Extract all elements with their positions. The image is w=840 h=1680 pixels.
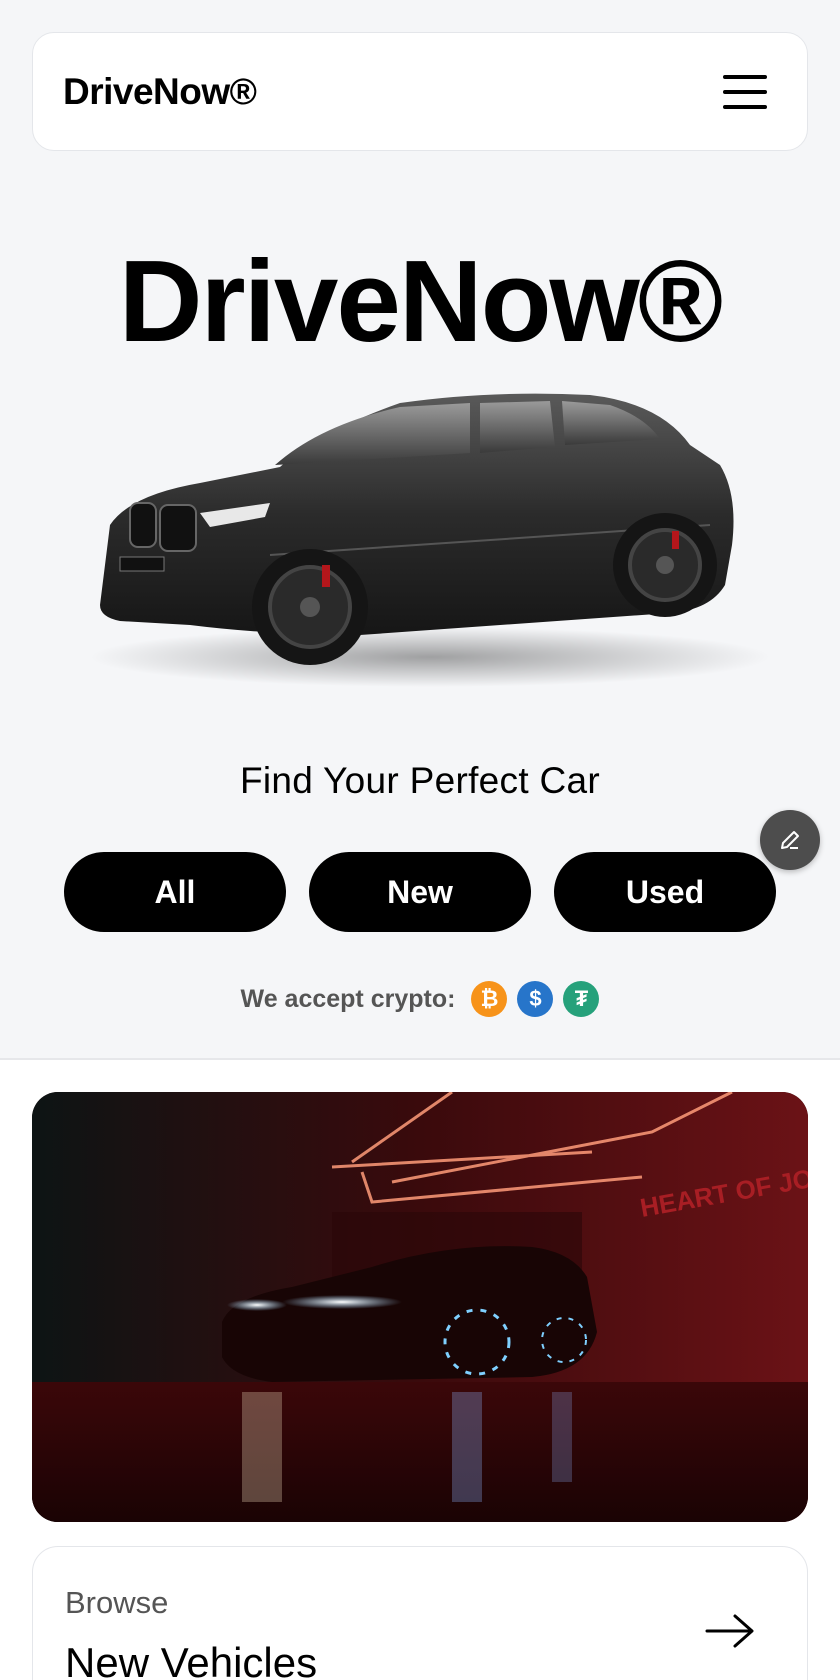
edit-pencil-icon[interactable]	[760, 810, 820, 870]
filter-new-button[interactable]: New	[309, 852, 531, 932]
top-navbar: DriveNow®	[32, 32, 808, 151]
crypto-accepted-row: We accept crypto: ₿ $ ₮	[0, 981, 840, 1017]
filter-button-group: All New Used	[64, 852, 776, 932]
filter-all-button[interactable]: All	[64, 852, 286, 932]
hamburger-menu-icon[interactable]	[723, 74, 767, 109]
hero-subtitle: Find Your Perfect Car	[239, 760, 601, 801]
hero-car-image	[70, 385, 790, 705]
featured-car-photo[interactable]: HEART OF JOY	[32, 1092, 808, 1522]
crypto-label: We accept crypto:	[240, 984, 456, 1013]
browse-title: New Vehicles	[65, 1639, 318, 1680]
arrow-right-icon[interactable]	[705, 1613, 755, 1649]
browse-new-vehicles-card[interactable]: Browse New Vehicles	[32, 1546, 808, 1680]
hero-title: DriveNow®	[118, 236, 724, 366]
bitcoin-icon: ₿	[471, 981, 508, 1017]
usdc-icon: $	[517, 981, 554, 1017]
browse-kicker: Browse	[65, 1585, 169, 1620]
brand-logo[interactable]: DriveNow®	[63, 71, 257, 113]
filter-used-button[interactable]: Used	[554, 852, 776, 932]
tether-icon: ₮	[563, 981, 600, 1017]
